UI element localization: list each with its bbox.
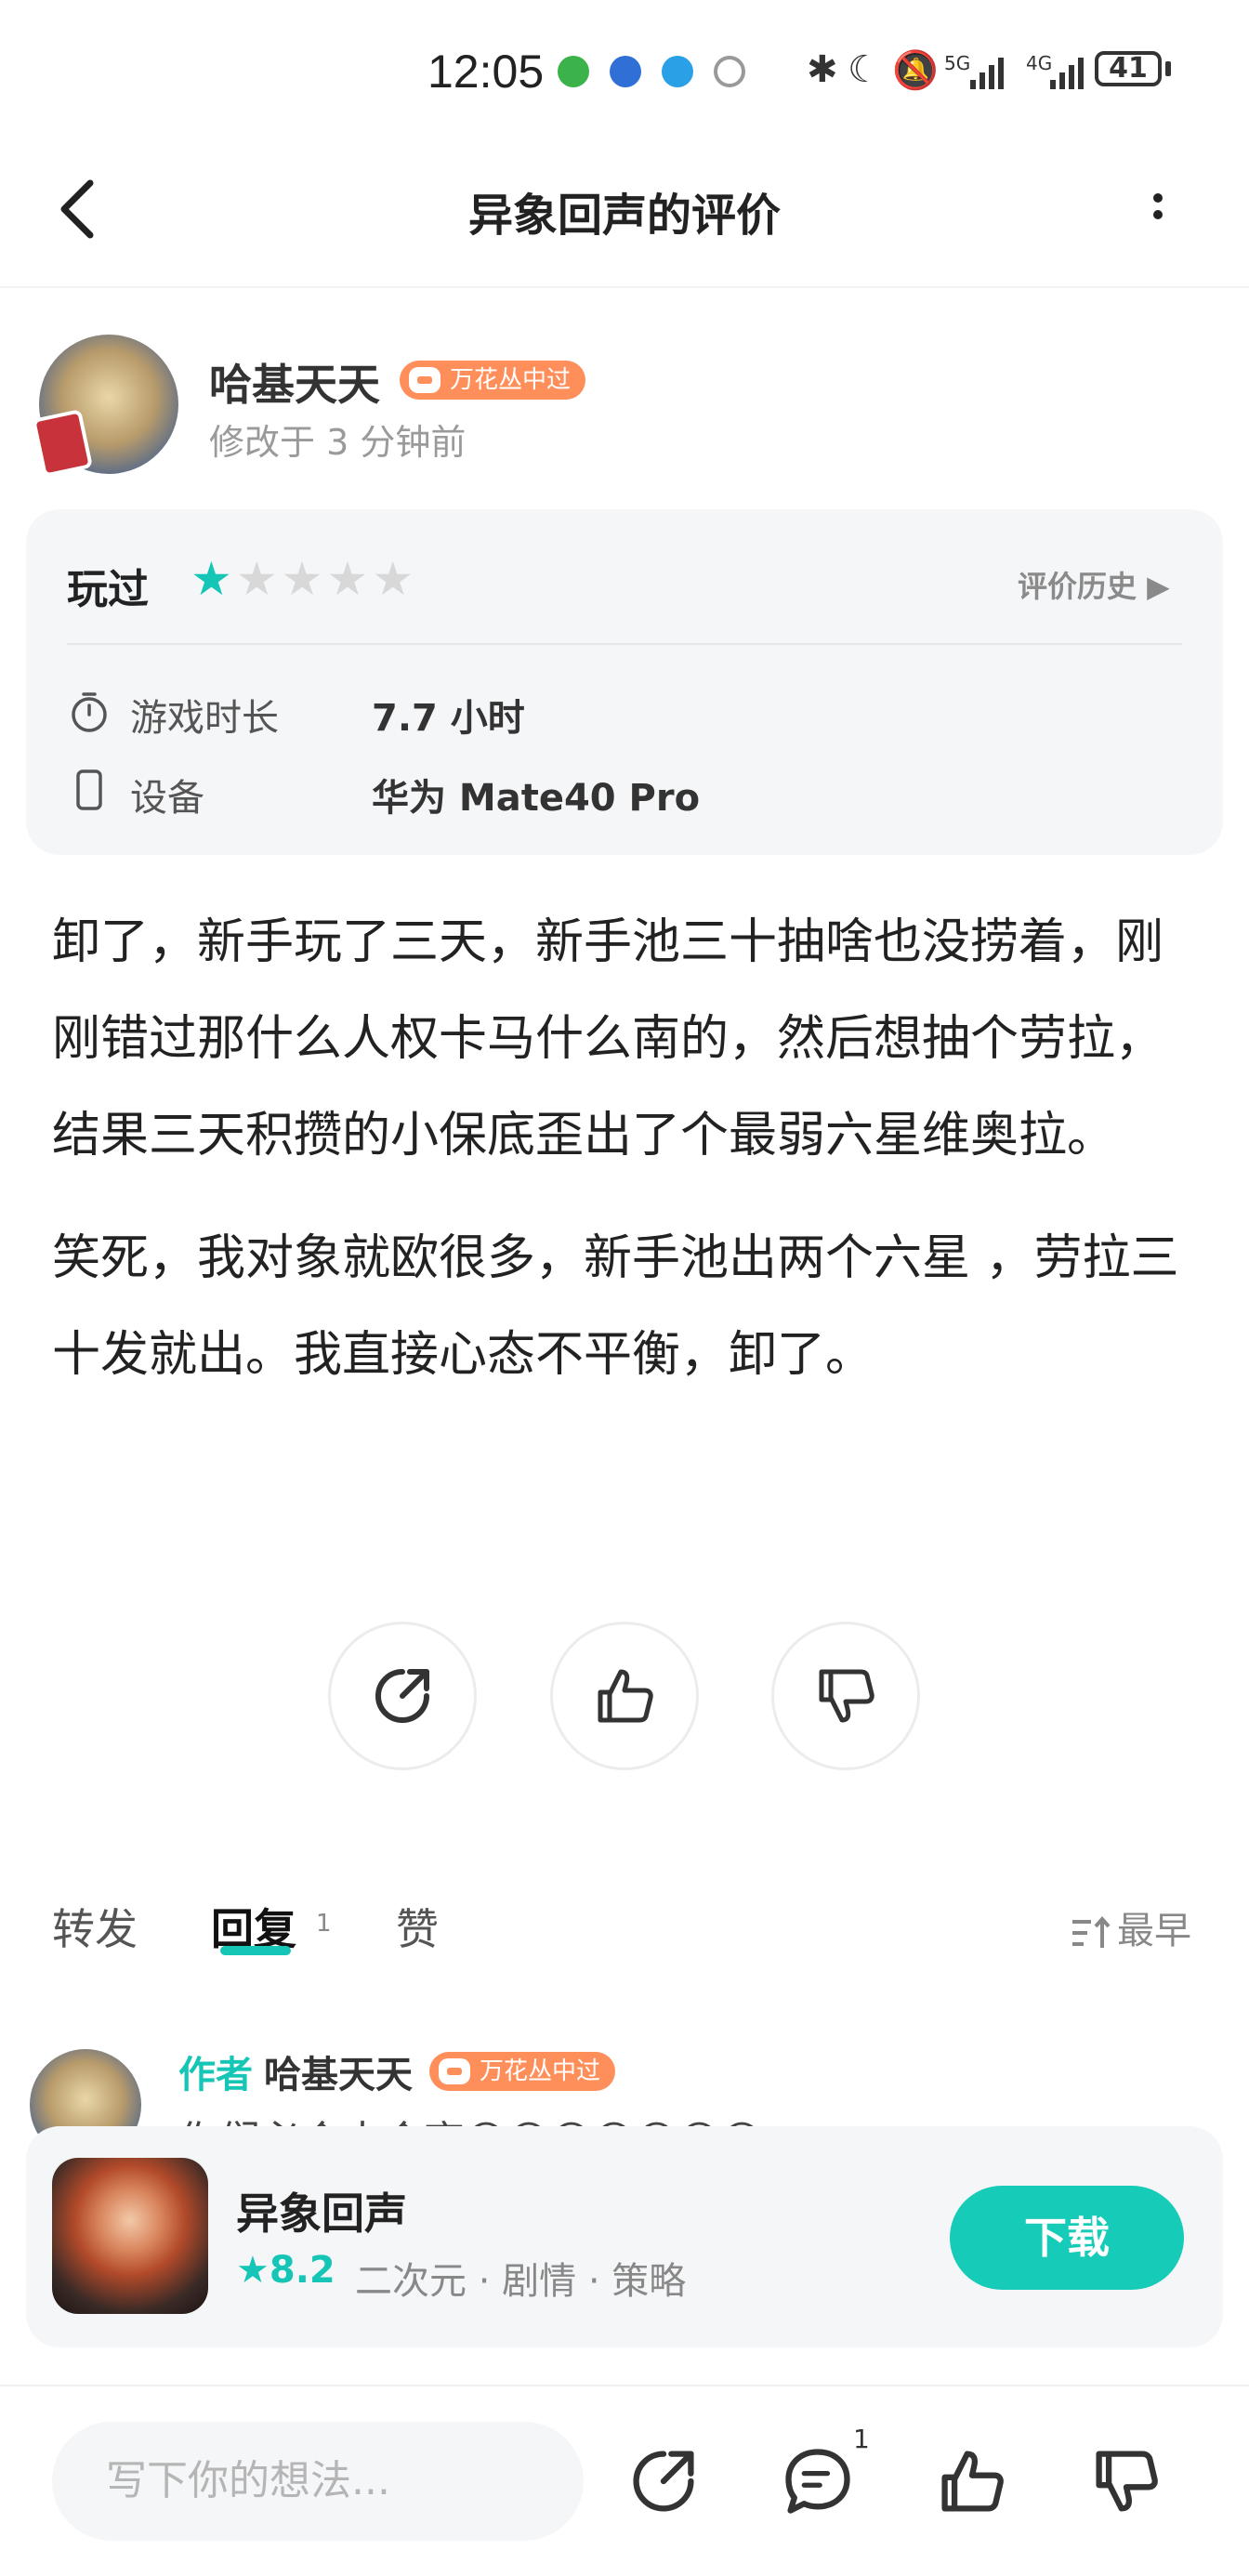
thumbs-up-icon bbox=[941, 2451, 1004, 2512]
sort-label: 最早 bbox=[1117, 1910, 1191, 1952]
playtime-value: 7.7 小时 bbox=[372, 697, 525, 740]
reply-badge-label: 万花丛中过 bbox=[480, 2057, 601, 2085]
tab-like[interactable]: 赞 bbox=[396, 1896, 439, 1957]
reply-author-badge: 万花丛中过 bbox=[429, 2052, 616, 2091]
device-label: 设备 bbox=[130, 777, 204, 820]
download-button[interactable]: 下载 bbox=[950, 2186, 1184, 2290]
more-dot bbox=[1153, 210, 1163, 219]
reply-count: 1 bbox=[316, 1910, 332, 1938]
comment-input[interactable]: 写下你的想法... bbox=[52, 2422, 584, 2541]
thumbs-down-icon bbox=[819, 1669, 874, 1723]
page-title: 异象回声的评价 bbox=[467, 190, 781, 242]
star-icon-empty: ★ bbox=[235, 552, 282, 606]
author-name[interactable]: 哈基天天 bbox=[209, 351, 380, 413]
dislike-button[interactable] bbox=[771, 1622, 920, 1770]
reply-author-tag: 作者 bbox=[178, 2054, 253, 2096]
like-bottom-button[interactable] bbox=[933, 2442, 1011, 2520]
gamepad-icon bbox=[409, 367, 440, 393]
status-time: 12:05 bbox=[427, 46, 545, 98]
header-divider bbox=[0, 286, 1249, 288]
rating-history-link[interactable]: 评价历史 ▶ bbox=[1018, 563, 1170, 606]
thumbs-up-icon bbox=[598, 1669, 653, 1723]
star-icon-empty: ★ bbox=[281, 552, 327, 606]
thumbs-down-icon bbox=[1096, 2451, 1158, 2512]
play-status: 玩过 bbox=[67, 566, 149, 613]
share-button[interactable] bbox=[328, 1622, 477, 1770]
more-dot bbox=[1153, 193, 1163, 203]
share-icon bbox=[375, 1669, 429, 1723]
bottom-bar-divider bbox=[0, 2385, 1249, 2386]
review-paragraph: 卸了，新手玩了三天，新手池三十抽啥也没捞着，刚刚错过那什么人权卡马什么南的，然后… bbox=[52, 914, 1164, 1163]
signal-icon bbox=[970, 58, 1004, 89]
comment-button[interactable] bbox=[779, 2442, 857, 2520]
review-body: 卸了，新手玩了三天，新手池三十抽啥也没捞着，刚刚错过那什么人权卡马什么南的，然后… bbox=[52, 894, 1204, 1429]
comment-count: 1 bbox=[853, 2424, 870, 2454]
author-badge: 万花丛中过 bbox=[400, 361, 586, 400]
playtime-label: 游戏时长 bbox=[130, 697, 279, 740]
modified-time: 修改于 3 分钟前 bbox=[209, 422, 467, 463]
game-name: 异象回声 bbox=[236, 2188, 407, 2239]
star-icon-empty: ★ bbox=[326, 552, 373, 606]
comment-bubble-icon bbox=[785, 2449, 850, 2514]
gamepad-icon bbox=[439, 2058, 470, 2084]
battery-tip bbox=[1165, 61, 1171, 76]
mute-bell-icon: 🔕 bbox=[892, 49, 939, 92]
timer-icon bbox=[72, 692, 107, 732]
card-divider bbox=[67, 643, 1182, 645]
phone-device-icon bbox=[76, 769, 102, 810]
review-paragraph: 笑死，我对象就欧很多，新手池出两个六星 ，劳拉三十发就出。我直接心态不平衡，卸了… bbox=[52, 1230, 1179, 1383]
share-icon bbox=[633, 2451, 694, 2512]
star-icon-empty: ★ bbox=[372, 552, 418, 606]
star-rating: ★★★★★ bbox=[191, 552, 417, 606]
battery-icon: 41 bbox=[1095, 51, 1162, 86]
game-icon[interactable] bbox=[52, 2158, 208, 2314]
like-button[interactable] bbox=[550, 1622, 699, 1770]
wechat-icon bbox=[558, 56, 589, 87]
app-notification-icon bbox=[610, 56, 641, 87]
device-value: 华为 Mate40 Pro bbox=[372, 777, 701, 820]
weather-icon bbox=[662, 56, 693, 87]
network-5g-label: 5G bbox=[944, 52, 971, 74]
dislike-bottom-button[interactable] bbox=[1087, 2442, 1165, 2520]
tab-forward[interactable]: 转发 bbox=[52, 1896, 138, 1957]
circle-icon bbox=[714, 56, 745, 87]
bluetooth-icon: ✱ bbox=[807, 48, 838, 91]
game-tags: 二次元 · 剧情 · 策略 bbox=[355, 2260, 687, 2303]
reply-author-name[interactable]: 哈基天天 bbox=[264, 2044, 413, 2098]
more-options-button[interactable] bbox=[1139, 186, 1177, 242]
sort-icon bbox=[1072, 1915, 1111, 1948]
author-badge-label: 万花丛中过 bbox=[450, 366, 572, 394]
sort-button[interactable]: 最早 bbox=[1071, 1900, 1191, 1954]
share-bottom-button[interactable] bbox=[624, 2442, 703, 2520]
star-icon-filled: ★ bbox=[191, 552, 236, 606]
moon-icon: ☾ bbox=[848, 48, 881, 91]
game-score: ★8.2 bbox=[236, 2249, 335, 2292]
status-bar: 12:05 ✱ ☾ 🔕 5G 4G 41 bbox=[0, 0, 1249, 139]
active-tab-indicator bbox=[220, 1946, 291, 1955]
signal-icon-2 bbox=[1050, 58, 1084, 89]
